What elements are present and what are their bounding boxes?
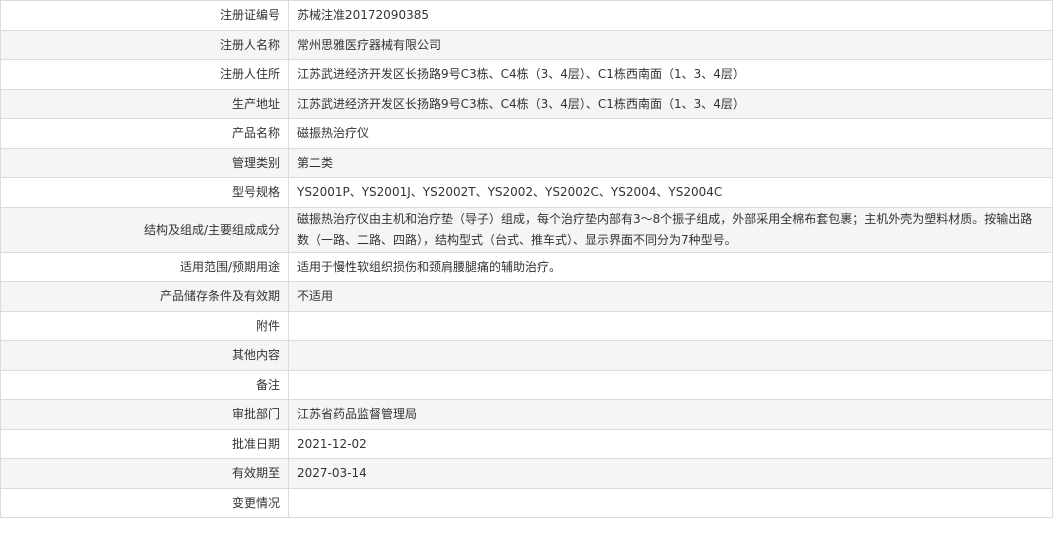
- field-label: 备注: [0, 369, 289, 400]
- field-label: 注册人住所: [0, 59, 289, 90]
- field-label: 适用范围/预期用途: [0, 251, 289, 282]
- table-row: 注册证编号 苏械注准20172090385: [0, 0, 1053, 31]
- field-label: 其他内容: [0, 340, 289, 371]
- table-row: 管理类别 第二类: [0, 147, 1053, 178]
- registration-record-table: 注册证编号 苏械注准20172090385 注册人名称 常州思雅医疗器械有限公司…: [0, 0, 1053, 518]
- field-value: YS2001P、YS2001J、YS2002T、YS2002、YS2002C、Y…: [288, 177, 1053, 208]
- field-label: 管理类别: [0, 147, 289, 178]
- table-row: 批准日期 2021-12-02: [0, 428, 1053, 459]
- field-value: 2021-12-02: [288, 428, 1053, 459]
- field-value: 苏械注准20172090385: [288, 0, 1053, 31]
- table-row: 注册人名称 常州思雅医疗器械有限公司: [0, 29, 1053, 60]
- table-row: 注册人住所 江苏武进经济开发区长扬路9号C3栋、C4栋（3、4层）、C1栋西南面…: [0, 59, 1053, 90]
- table-row: 生产地址 江苏武进经济开发区长扬路9号C3栋、C4栋（3、4层）、C1栋西南面（…: [0, 88, 1053, 119]
- table-row: 有效期至 2027-03-14: [0, 458, 1053, 489]
- field-label: 生产地址: [0, 88, 289, 119]
- field-value: 常州思雅医疗器械有限公司: [288, 29, 1053, 60]
- field-value: [288, 340, 1053, 371]
- field-value: [288, 369, 1053, 400]
- field-value: 江苏省药品监督管理局: [288, 399, 1053, 430]
- table-row: 其他内容: [0, 340, 1053, 371]
- field-value: [288, 487, 1053, 518]
- field-label: 有效期至: [0, 458, 289, 489]
- field-label: 变更情况: [0, 487, 289, 518]
- field-value: 2027-03-14: [288, 458, 1053, 489]
- table-row: 备注: [0, 369, 1053, 400]
- table-row: 结构及组成/主要组成成分 磁振热治疗仪由主机和治疗垫（导子）组成，每个治疗垫内部…: [0, 206, 1053, 253]
- table-row: 适用范围/预期用途 适用于慢性软组织损伤和颈肩腰腿痛的辅助治疗。: [0, 251, 1053, 282]
- field-label: 产品储存条件及有效期: [0, 281, 289, 312]
- field-label: 型号规格: [0, 177, 289, 208]
- field-label: 审批部门: [0, 399, 289, 430]
- field-label: 注册人名称: [0, 29, 289, 60]
- field-value: 磁振热治疗仪: [288, 118, 1053, 149]
- table-row: 型号规格 YS2001P、YS2001J、YS2002T、YS2002、YS20…: [0, 177, 1053, 208]
- field-label: 产品名称: [0, 118, 289, 149]
- field-value: 江苏武进经济开发区长扬路9号C3栋、C4栋（3、4层）、C1栋西南面（1、3、4…: [288, 59, 1053, 90]
- table-row: 审批部门 江苏省药品监督管理局: [0, 399, 1053, 430]
- field-value: 磁振热治疗仪由主机和治疗垫（导子）组成，每个治疗垫内部有3～8个振子组成，外部采…: [288, 206, 1053, 253]
- field-label: 结构及组成/主要组成成分: [0, 206, 289, 253]
- field-value: 江苏武进经济开发区长扬路9号C3栋、C4栋（3、4层）、C1栋西南面（1、3、4…: [288, 88, 1053, 119]
- field-value: 适用于慢性软组织损伤和颈肩腰腿痛的辅助治疗。: [288, 251, 1053, 282]
- table-row: 产品储存条件及有效期 不适用: [0, 281, 1053, 312]
- field-value: [288, 310, 1053, 341]
- field-label: 批准日期: [0, 428, 289, 459]
- table-row: 变更情况: [0, 487, 1053, 518]
- field-value: 不适用: [288, 281, 1053, 312]
- table-row: 产品名称 磁振热治疗仪: [0, 118, 1053, 149]
- field-label: 注册证编号: [0, 0, 289, 31]
- field-label: 附件: [0, 310, 289, 341]
- field-value: 第二类: [288, 147, 1053, 178]
- table-row: 附件: [0, 310, 1053, 341]
